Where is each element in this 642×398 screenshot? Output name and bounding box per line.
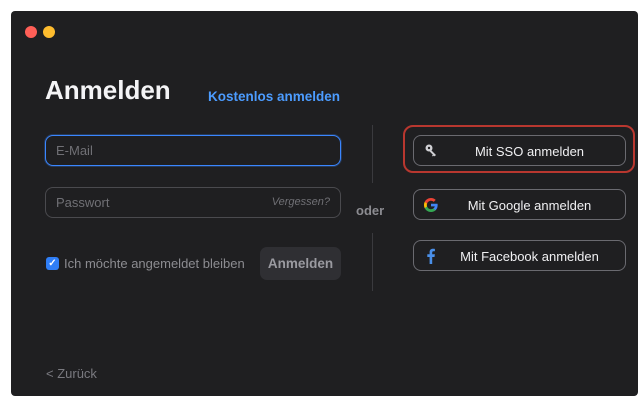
- remember-me-label: Ich möchte angemeldet bleiben: [64, 256, 245, 271]
- sign-in-button[interactable]: Anmelden: [260, 247, 341, 280]
- login-window: Anmelden Kostenlos anmelden Vergessen? ✓…: [11, 11, 638, 396]
- forgot-password-link[interactable]: Vergessen?: [272, 196, 330, 208]
- password-field[interactable]: Vergessen?: [45, 187, 341, 218]
- divider-line-bottom: [372, 233, 373, 291]
- page-title: Anmelden: [45, 75, 171, 105]
- facebook-login-button[interactable]: Mit Facebook anmelden: [413, 240, 626, 271]
- free-signup-link[interactable]: Kostenlos anmelden: [208, 89, 340, 105]
- divider-line-top: [372, 125, 373, 183]
- google-login-label: Mit Google anmelden: [467, 198, 592, 213]
- facebook-login-label: Mit Facebook anmelden: [460, 249, 599, 264]
- checkbox-checked-icon[interactable]: ✓: [46, 257, 59, 270]
- email-field[interactable]: [45, 135, 341, 166]
- google-login-button[interactable]: Mit Google anmelden: [413, 189, 626, 220]
- minimize-window-icon[interactable]: [43, 26, 55, 38]
- remember-me-checkbox[interactable]: ✓ Ich möchte angemeldet bleiben: [46, 256, 245, 271]
- close-window-icon[interactable]: [25, 26, 37, 38]
- sso-highlight-annotation: [403, 125, 635, 173]
- divider-label: oder: [356, 203, 385, 218]
- back-link[interactable]: < Zurück: [46, 366, 97, 381]
- password-input[interactable]: [56, 188, 256, 217]
- email-input[interactable]: [56, 136, 256, 165]
